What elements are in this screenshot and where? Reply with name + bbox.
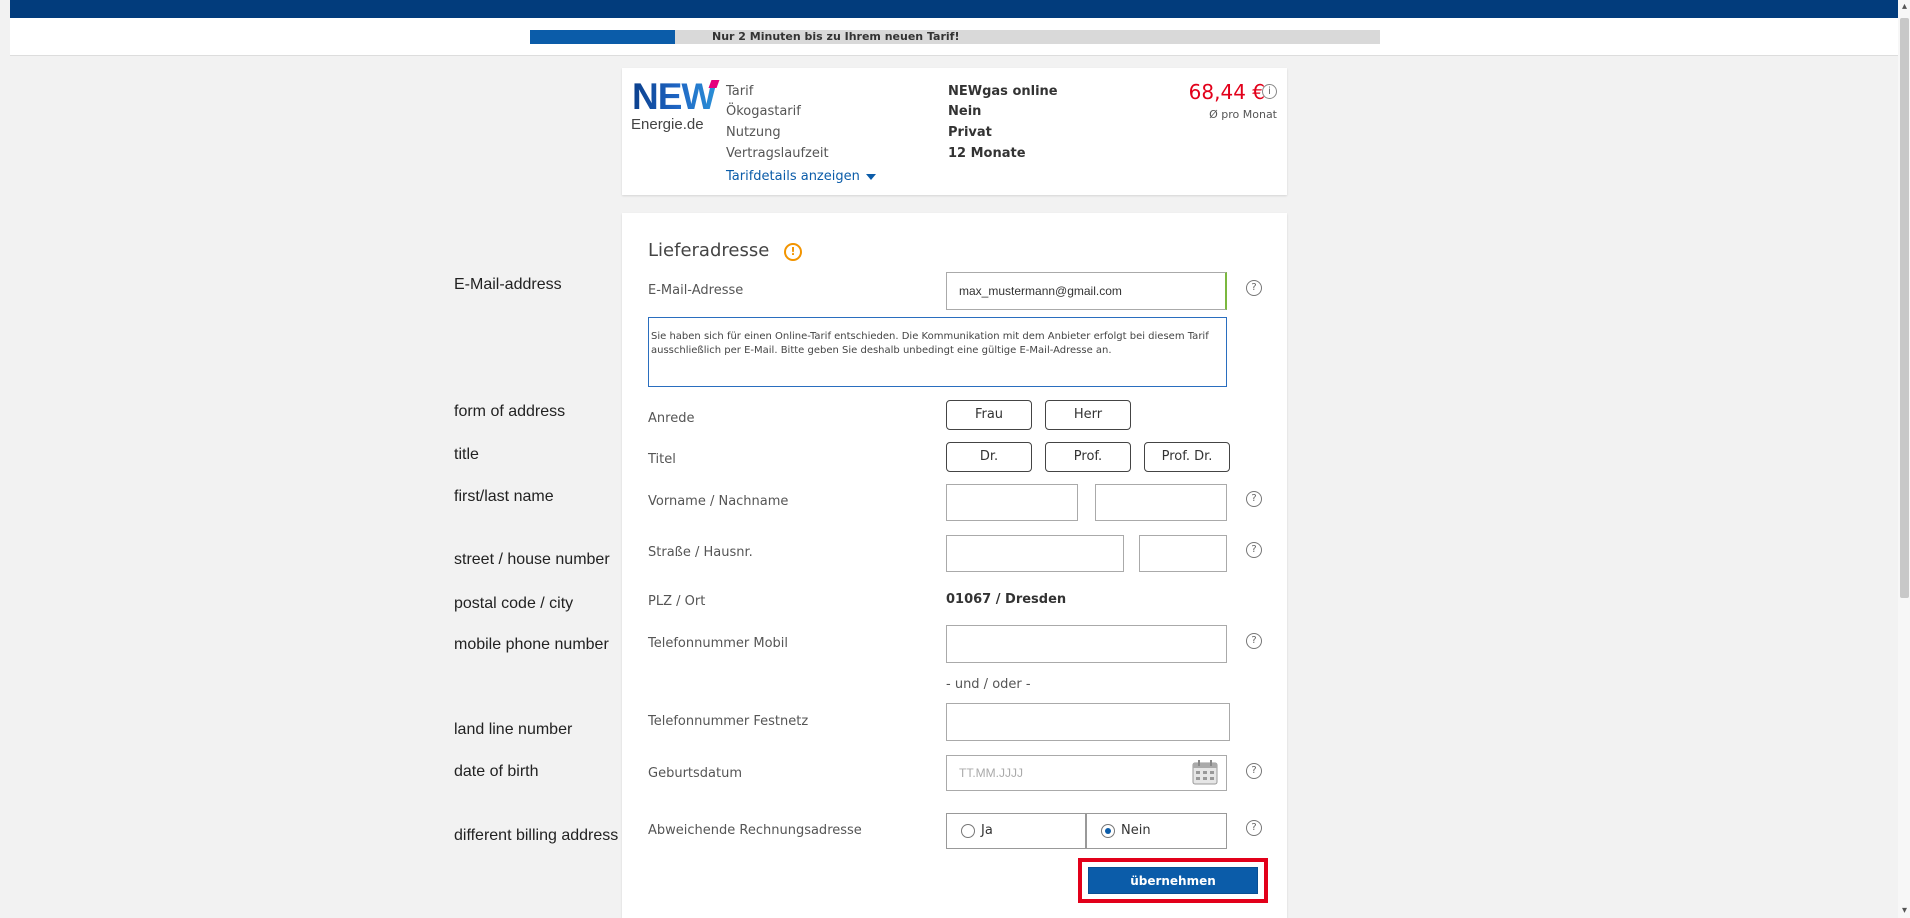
salutation-label: Anrede bbox=[648, 411, 695, 426]
eco-tariff-value: Nein bbox=[948, 104, 982, 119]
mobile-phone-field[interactable] bbox=[946, 625, 1227, 663]
progress-bar-fill bbox=[530, 30, 675, 44]
title-prof-dr-button[interactable]: Prof. Dr. bbox=[1144, 442, 1230, 472]
scrollbar-thumb[interactable] bbox=[1900, 18, 1909, 598]
tariff-details-link[interactable]: Tarifdetails anzeigen bbox=[726, 169, 876, 184]
title-dr-button[interactable]: Dr. bbox=[946, 442, 1032, 472]
contract-term-value: 12 Monate bbox=[948, 146, 1026, 161]
billing-no-option[interactable]: Nein bbox=[1086, 813, 1227, 849]
billing-yes-label: Ja bbox=[981, 823, 993, 838]
info-icon[interactable]: i bbox=[1262, 84, 1277, 99]
billing-yes-option[interactable]: Ja bbox=[946, 813, 1086, 849]
monthly-price: 68,44 € bbox=[1188, 80, 1265, 104]
annotation-email: E-Mail-address bbox=[454, 276, 562, 293]
help-icon[interactable]: ? bbox=[1246, 633, 1262, 649]
email-label: E-Mail-Adresse bbox=[648, 283, 744, 298]
section-title: Lieferadresse bbox=[648, 240, 770, 261]
calendar-icon[interactable] bbox=[1192, 759, 1218, 785]
scroll-down-arrow-icon[interactable]: ▾ bbox=[1899, 904, 1910, 918]
annotation-mobile: mobile phone number bbox=[454, 636, 609, 653]
salutation-frau-button[interactable]: Frau bbox=[946, 400, 1032, 430]
annotation-dob: date of birth bbox=[454, 763, 539, 780]
billing-address-label: Abweichende Rechnungsadresse bbox=[648, 823, 862, 838]
postal-label: PLZ / Ort bbox=[648, 594, 706, 609]
help-icon[interactable]: ? bbox=[1246, 763, 1262, 779]
tariff-details-link-label: Tarifdetails anzeigen bbox=[726, 169, 860, 184]
radio-checked-icon[interactable] bbox=[1101, 824, 1115, 838]
annotation-title: title bbox=[454, 446, 479, 463]
annotation-name: first/last name bbox=[454, 488, 554, 505]
first-name-field[interactable] bbox=[946, 484, 1078, 521]
radio-unchecked-icon[interactable] bbox=[961, 824, 975, 838]
last-name-field[interactable] bbox=[1095, 484, 1227, 521]
email-info-box: Sie haben sich für einen Online-Tarif en… bbox=[648, 317, 1227, 387]
title-prof-button[interactable]: Prof. bbox=[1045, 442, 1131, 472]
birthdate-field[interactable]: TT.MM.JJJJ bbox=[946, 755, 1227, 791]
landline-field[interactable] bbox=[946, 703, 1230, 741]
monthly-price-caption: Ø pro Monat bbox=[1209, 108, 1277, 121]
street-label: Straße / Hausnr. bbox=[648, 545, 753, 560]
top-header-band bbox=[10, 0, 1898, 18]
title-label: Titel bbox=[648, 452, 676, 467]
help-icon[interactable]: ? bbox=[1246, 542, 1262, 558]
annotation-postal: postal code / city bbox=[454, 595, 574, 612]
usage-label: Nutzung bbox=[726, 125, 781, 140]
contract-term-label: Vertragslaufzeit bbox=[726, 146, 829, 161]
provider-logo: NEW bbox=[632, 76, 716, 117]
annotation-billing: different billing address bbox=[454, 827, 619, 844]
warning-icon: ! bbox=[784, 243, 802, 261]
scroll-up-arrow-icon[interactable]: ▴ bbox=[1899, 0, 1910, 14]
submit-button[interactable]: übernehmen bbox=[1088, 867, 1258, 894]
annotation-street: street / house number bbox=[454, 551, 610, 568]
eco-tariff-label: Ökogastarif bbox=[726, 104, 801, 119]
salutation-herr-button[interactable]: Herr bbox=[1045, 400, 1131, 430]
chevron-down-icon bbox=[865, 173, 876, 180]
billing-no-label: Nein bbox=[1121, 823, 1151, 838]
tariff-label: Tarif bbox=[726, 84, 754, 99]
name-label: Vorname / Nachname bbox=[648, 494, 789, 509]
birthdate-label: Geburtsdatum bbox=[648, 766, 742, 781]
email-field[interactable]: max_mustermann@gmail.com bbox=[946, 272, 1227, 310]
and-or-separator: - und / oder - bbox=[946, 677, 1031, 692]
house-number-field[interactable] bbox=[1139, 535, 1227, 572]
mobile-phone-label: Telefonnummer Mobil bbox=[648, 636, 789, 651]
provider-logo-subtitle: Energie.de bbox=[631, 116, 704, 133]
help-icon[interactable]: ? bbox=[1246, 280, 1262, 296]
progress-bar: Nur 2 Minuten bis zu Ihrem neuen Tarif! bbox=[530, 30, 1380, 44]
landline-label: Telefonnummer Festnetz bbox=[648, 714, 809, 729]
annotation-landline: land line number bbox=[454, 721, 573, 738]
usage-value: Privat bbox=[948, 125, 992, 140]
postal-city-value: 01067 / Dresden bbox=[946, 592, 1067, 607]
street-field[interactable] bbox=[946, 535, 1124, 572]
tariff-value: NEWgas online bbox=[948, 84, 1058, 99]
help-icon[interactable]: ? bbox=[1246, 491, 1262, 507]
annotation-form-of-address: form of address bbox=[454, 403, 566, 420]
progress-text: Nur 2 Minuten bis zu Ihrem neuen Tarif! bbox=[712, 30, 960, 43]
help-icon[interactable]: ? bbox=[1246, 820, 1262, 836]
